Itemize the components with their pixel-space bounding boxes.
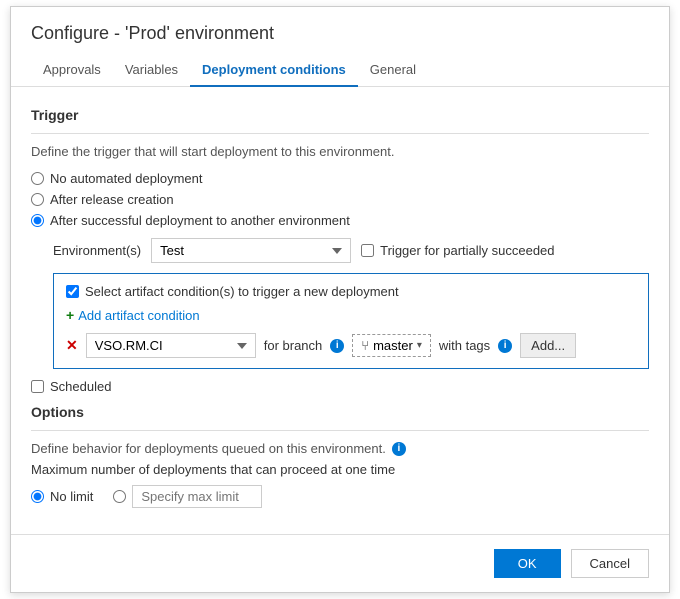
branch-dropdown-button[interactable]: master ▾	[373, 338, 422, 353]
no-limit-option[interactable]: No limit	[31, 489, 93, 504]
trigger-partial-checkbox[interactable]	[361, 244, 374, 257]
options-section-title: Options	[31, 404, 649, 420]
add-artifact-label: Add artifact condition	[78, 308, 199, 323]
no-automated-label: No automated deployment	[50, 171, 202, 186]
branch-value: master	[373, 338, 413, 353]
no-limit-label: No limit	[50, 489, 93, 504]
branch-select-box[interactable]: ⑂ master ▾	[352, 334, 431, 357]
specify-max-radio[interactable]	[113, 490, 126, 503]
options-description: Define behavior for deployments queued o…	[31, 441, 649, 456]
environment-row: Environment(s) Test Trigger for partiall…	[53, 238, 649, 263]
add-tags-button[interactable]: Add...	[520, 333, 576, 358]
tags-info-icon[interactable]: i	[498, 339, 512, 353]
radio-after-successful[interactable]: After successful deployment to another e…	[31, 213, 649, 228]
branch-info-icon[interactable]: i	[330, 339, 344, 353]
max-deploy-label: Maximum number of deployments that can p…	[31, 462, 649, 477]
artifact-condition-box: Select artifact condition(s) to trigger …	[53, 273, 649, 369]
artifact-condition-label: Select artifact condition(s) to trigger …	[85, 284, 399, 299]
git-branch-icon: ⑂	[361, 338, 369, 353]
options-info-icon[interactable]: i	[392, 442, 406, 456]
dialog-title: Configure - 'Prod' environment	[11, 7, 669, 54]
scheduled-checkbox[interactable]	[31, 380, 44, 393]
scheduled-label: Scheduled	[50, 379, 111, 394]
plus-icon: +	[66, 307, 74, 323]
specify-max-option[interactable]	[113, 485, 262, 508]
options-section: Options Define behavior for deployments …	[31, 404, 649, 508]
trigger-partial-row: Trigger for partially succeeded	[361, 243, 554, 258]
scheduled-row: Scheduled	[31, 379, 649, 394]
radio-no-automated[interactable]: No automated deployment	[31, 171, 649, 186]
after-successful-label: After successful deployment to another e…	[50, 213, 350, 228]
delete-artifact-icon[interactable]: ✕	[66, 337, 78, 354]
tab-bar: Approvals Variables Deployment condition…	[11, 54, 669, 87]
cancel-button[interactable]: Cancel	[571, 549, 649, 578]
specify-max-input[interactable]	[132, 485, 262, 508]
chevron-down-icon: ▾	[417, 340, 422, 351]
tab-general[interactable]: General	[358, 54, 428, 87]
dialog-footer: OK Cancel	[11, 534, 669, 592]
for-branch-label: for branch	[264, 338, 323, 353]
configure-dialog: Configure - 'Prod' environment Approvals…	[10, 6, 670, 593]
trigger-section-title: Trigger	[31, 107, 649, 123]
radio-after-release[interactable]: After release creation	[31, 192, 649, 207]
artifact-condition-row: ✕ VSO.RM.CI for branch i ⑂ master ▾ with…	[66, 333, 636, 358]
artifact-header: Select artifact condition(s) to trigger …	[66, 284, 636, 299]
no-limit-radio[interactable]	[31, 490, 44, 503]
artifact-condition-checkbox[interactable]	[66, 285, 79, 298]
trigger-partial-label: Trigger for partially succeeded	[380, 243, 554, 258]
tab-variables[interactable]: Variables	[113, 54, 190, 87]
environment-select[interactable]: Test	[151, 238, 351, 263]
artifact-select[interactable]: VSO.RM.CI	[86, 333, 256, 358]
trigger-description: Define the trigger that will start deplo…	[31, 144, 649, 159]
options-desc-text: Define behavior for deployments queued o…	[31, 441, 386, 456]
main-content: Trigger Define the trigger that will sta…	[11, 87, 669, 524]
add-artifact-button[interactable]: + Add artifact condition	[66, 307, 636, 323]
tab-deployment-conditions[interactable]: Deployment conditions	[190, 54, 358, 87]
limit-row: No limit	[31, 485, 649, 508]
trigger-radio-group: No automated deployment After release cr…	[31, 171, 649, 228]
tab-approvals[interactable]: Approvals	[31, 54, 113, 87]
with-tags-label: with tags	[439, 338, 490, 353]
ok-button[interactable]: OK	[494, 549, 561, 578]
after-release-label: After release creation	[50, 192, 174, 207]
env-label: Environment(s)	[53, 243, 141, 258]
